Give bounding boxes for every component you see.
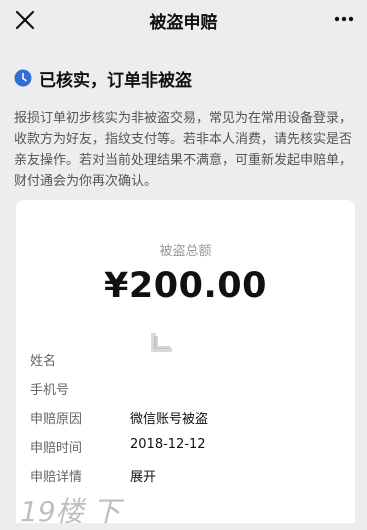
expand-link[interactable]: 展开 [130, 466, 156, 485]
clock-icon [14, 69, 32, 87]
row-label: 申赔原因 [30, 412, 83, 427]
description-text: 报损订单初步核实为非被盗交易，常见为在常用设备登录，收款方为好友，指纹支付等。若… [14, 111, 353, 189]
row-label: 申赔时间 [30, 441, 83, 456]
row-reason: 申赔原因 微信账号被盗 [30, 408, 340, 428]
row-details: 申赔详情 展开 [30, 466, 340, 486]
page-title: 被盗申赔 [149, 13, 218, 33]
row-value: 微信账号被盗 [130, 412, 209, 427]
amount-value: ¥200.00 [104, 266, 267, 306]
watermark: 19楼 下 [20, 495, 121, 528]
claim-card: 被盗总额 ¥200.00 姓名 手机号 申赔原因 微信账号被盗 申赔时间 201… [16, 200, 355, 523]
status-text: 已核实，订单非被盗 [39, 71, 192, 91]
row-phone: 手机号 [30, 379, 340, 399]
amount-label: 被盗总额 [159, 244, 212, 259]
row-label: 申赔详情 [30, 470, 83, 485]
navbar: 被盗申赔 [0, 0, 367, 40]
close-icon[interactable] [12, 7, 38, 33]
row-label: 手机号 [30, 383, 70, 398]
row-name: 姓名 [30, 350, 340, 370]
status-row: 已核实，订单非被盗 [14, 66, 354, 91]
row-time: 申赔时间 2018-12-12 [30, 437, 340, 457]
more-icon[interactable] [333, 8, 355, 30]
row-value: 2018-12-12 [130, 437, 206, 452]
row-label: 姓名 [30, 354, 57, 369]
